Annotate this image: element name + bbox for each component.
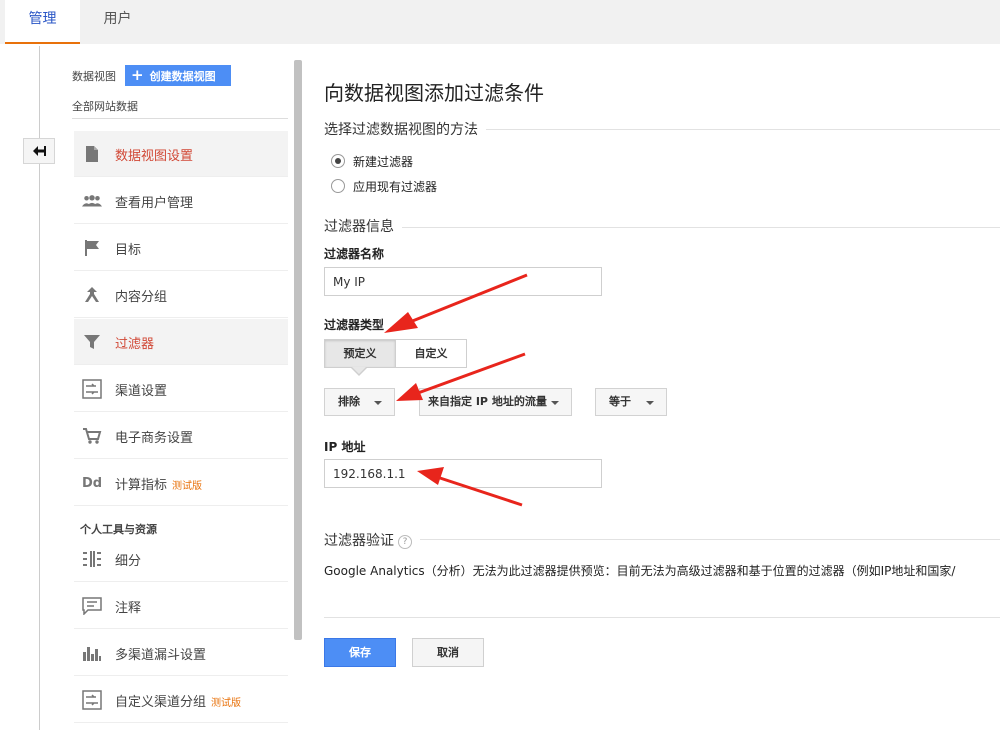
back-arrow-icon xyxy=(33,146,46,156)
tab-users[interactable]: 用户 xyxy=(80,0,155,44)
view-label: 数据视图 xyxy=(72,70,116,83)
radio-label: 应用现有过滤器 xyxy=(353,179,438,194)
info-section-title: 过滤器信息 xyxy=(324,216,402,236)
sidebar-item-mcf-settings[interactable]: 多渠道漏斗设置 xyxy=(74,630,288,676)
create-view-label: 创建数据视图 xyxy=(149,70,216,83)
sidebar-item-content-grouping[interactable]: 内容分组 xyxy=(74,272,288,318)
sidebar-item-goals[interactable]: 目标 xyxy=(74,225,288,271)
radio-existing-filter[interactable]: 应用现有过滤器 xyxy=(331,177,437,195)
help-icon[interactable]: ? xyxy=(398,535,412,549)
sidebar-item-label: 数据视图设置 xyxy=(115,149,194,164)
radio-button[interactable] xyxy=(331,154,345,168)
dd-icon: Dd xyxy=(81,475,103,491)
dropdown-value: 来自指定 IP 地址的流量 xyxy=(428,395,547,408)
sidebar-item-label: 过滤器 xyxy=(115,337,155,352)
source-dropdown[interactable]: 来自指定 IP 地址的流量 xyxy=(419,388,572,416)
filter-icon xyxy=(82,332,102,352)
sidebar-item-annotations[interactable]: 注释 xyxy=(74,583,288,629)
beta-badge: 测试版 xyxy=(211,698,242,709)
sidebar-item-ecommerce[interactable]: 电子商务设置 xyxy=(74,413,288,459)
sidebar-item-label: 多渠道漏斗设置 xyxy=(115,648,207,663)
top-tab-bar: 管理 用户 xyxy=(0,0,1000,44)
sidebar-item-label: 自定义渠道分组 测试版 xyxy=(115,691,241,710)
save-button[interactable]: 保存 xyxy=(324,638,396,667)
sidebar-item-label: 目标 xyxy=(115,243,142,258)
content-grouping-icon xyxy=(82,285,102,305)
condition-dropdown[interactable]: 等于 xyxy=(595,388,667,416)
channel-icon xyxy=(82,379,102,399)
tab-custom[interactable]: 自定义 xyxy=(395,339,467,368)
section-divider xyxy=(324,227,1000,228)
tab-pointer xyxy=(352,367,366,374)
chevron-down-icon xyxy=(551,401,559,405)
radio-new-filter[interactable]: 新建过滤器 xyxy=(331,152,413,170)
sidebar-item-label: 计算指标 测试版 xyxy=(115,474,202,493)
sidebar-item-user-management[interactable]: 查看用户管理 xyxy=(74,178,288,224)
sidebar-item-view-settings[interactable]: 数据视图设置 xyxy=(74,131,288,177)
section-divider xyxy=(324,539,1000,540)
sidebar-item-label: 渠道设置 xyxy=(115,384,168,399)
back-arrow-button[interactable] xyxy=(23,138,55,164)
verify-title-text: 过滤器验证 xyxy=(324,533,394,549)
chevron-down-icon xyxy=(646,401,654,405)
verify-message: Google Analytics（分析）无法为此过滤器提供预览：目前无法为高级过… xyxy=(324,564,956,578)
filter-name-label: 过滤器名称 xyxy=(324,247,385,261)
document-icon xyxy=(82,144,102,164)
sidebar-item-text: 计算指标 xyxy=(115,478,168,493)
page-title: 向数据视图添加过滤条件 xyxy=(324,81,544,105)
create-view-button[interactable]: + 创建数据视图 xyxy=(125,65,231,86)
chevron-down-icon xyxy=(374,401,382,405)
sidebar-item-channel-settings[interactable]: 渠道设置 xyxy=(74,366,288,412)
tab-admin[interactable]: 管理 xyxy=(5,0,80,44)
radio-dot xyxy=(335,158,341,164)
dropdown-value: 排除 xyxy=(338,395,360,408)
sidebar-item-filters[interactable]: 过滤器 xyxy=(74,319,288,365)
beta-badge: 测试版 xyxy=(172,481,203,492)
sidebar-item-calculated-metrics[interactable]: Dd 计算指标 测试版 xyxy=(74,460,288,506)
channel-icon xyxy=(82,690,102,710)
sidebar-item-custom-channel-grouping[interactable]: 自定义渠道分组 测试版 xyxy=(74,677,288,723)
sidebar-item-label: 内容分组 xyxy=(115,290,168,305)
dropdown-value: 等于 xyxy=(609,395,631,408)
annotation-icon xyxy=(82,596,102,616)
sidebar-item-text: 自定义渠道分组 xyxy=(115,695,207,710)
sidebar-item-segments[interactable]: 细分 xyxy=(74,536,288,582)
plus-icon: + xyxy=(131,66,144,84)
ip-address-label: IP 地址 xyxy=(324,440,366,454)
exclude-dropdown[interactable]: 排除 xyxy=(324,388,395,416)
filter-name-input[interactable] xyxy=(324,267,602,296)
radio-label: 新建过滤器 xyxy=(353,154,414,169)
sidebar-item-label: 电子商务设置 xyxy=(115,431,194,446)
flag-icon xyxy=(82,238,102,258)
personal-tools-heading: 个人工具与资源 xyxy=(80,523,157,536)
people-icon xyxy=(82,191,102,211)
view-name: 全部网站数据 xyxy=(72,100,138,113)
funnel-icon xyxy=(82,643,102,663)
verify-section-title: 过滤器验证? xyxy=(324,530,420,550)
filter-type-label: 过滤器类型 xyxy=(324,318,385,332)
sidebar-item-label: 查看用户管理 xyxy=(115,196,194,211)
sidebar-divider xyxy=(72,118,288,119)
cancel-button[interactable]: 取消 xyxy=(412,638,484,667)
sidebar-item-label: 细分 xyxy=(115,554,142,569)
sidebar-scrollbar[interactable] xyxy=(294,60,302,640)
sidebar-item-label: 注释 xyxy=(115,601,142,616)
ip-address-input[interactable] xyxy=(324,459,602,488)
bottom-divider xyxy=(324,617,1000,618)
radio-button[interactable] xyxy=(331,179,345,193)
cart-icon xyxy=(82,426,102,446)
tab-predefined[interactable]: 预定义 xyxy=(324,339,396,368)
segments-icon xyxy=(82,549,102,569)
method-section-title: 选择过滤数据视图的方法 xyxy=(324,119,486,139)
